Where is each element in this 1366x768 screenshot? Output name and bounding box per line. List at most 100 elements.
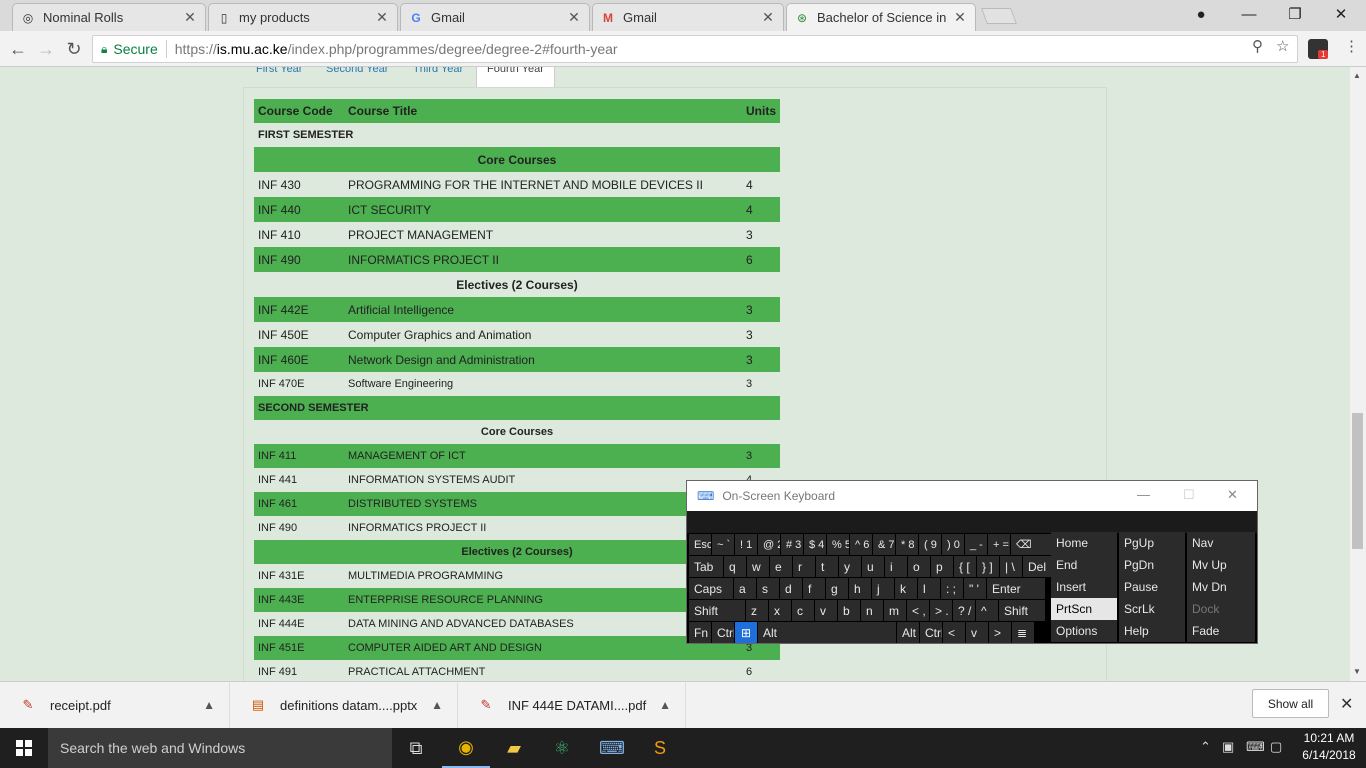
on-screen-keyboard-icon[interactable]: ⌨: [588, 728, 636, 768]
close-tab-icon[interactable]: ✕: [951, 9, 969, 26]
osk-key[interactable]: ) 0: [942, 534, 964, 555]
osk-key[interactable]: # 3: [781, 534, 803, 555]
new-tab-button[interactable]: [981, 8, 1017, 24]
osk-key[interactable]: ~ `: [712, 534, 734, 555]
osk-title-bar[interactable]: ⌨ On-Screen Keyboard: [687, 481, 1257, 511]
tab-second-year[interactable]: Second Year: [315, 67, 399, 92]
osk-key[interactable]: % 5: [827, 534, 849, 555]
osk-key[interactable]: Alt: [897, 622, 919, 643]
osk-key[interactable]: o: [908, 556, 930, 577]
osk-key[interactable]: * 8: [896, 534, 918, 555]
browser-tab-gmail[interactable]: M Gmail ✕: [592, 3, 784, 31]
osk-nav-key[interactable]: Help: [1119, 620, 1185, 642]
close-tab-icon[interactable]: ✕: [565, 9, 583, 26]
start-button[interactable]: [0, 728, 48, 768]
tab-third-year[interactable]: Third Year: [402, 67, 474, 92]
osk-key[interactable]: Shift: [999, 600, 1045, 621]
file-explorer-icon[interactable]: ▰: [490, 728, 538, 768]
osk-key[interactable]: b: [838, 600, 860, 621]
osk-key[interactable]: k: [895, 578, 917, 599]
reload-button[interactable]: ↻: [62, 37, 86, 61]
osk-key[interactable]: ( 9: [919, 534, 941, 555]
osk-nav-key[interactable]: Options: [1051, 620, 1117, 642]
browser-tab-bachelor-of-science[interactable]: ⊛ Bachelor of Science in Inf ✕: [786, 3, 976, 31]
osk-key[interactable]: j: [872, 578, 894, 599]
menu-icon[interactable]: ⋮: [1344, 37, 1359, 55]
osk-key[interactable]: a: [734, 578, 756, 599]
scrollbar-thumb[interactable]: [1352, 413, 1363, 549]
restore-button[interactable]: ❐: [1272, 0, 1318, 28]
browser-tab-gmail-google[interactable]: G Gmail ✕: [400, 3, 590, 31]
osk-nav-key[interactable]: PgDn: [1119, 554, 1185, 576]
osk-key[interactable]: Ctrl: [712, 622, 734, 643]
osk-key[interactable]: | \: [1000, 556, 1022, 577]
osk-minimize-button[interactable]: —: [1137, 487, 1150, 502]
osk-key[interactable]: ^: [976, 600, 998, 621]
osk-key[interactable]: } ]: [977, 556, 999, 577]
osk-nav-key[interactable]: Insert: [1051, 576, 1117, 598]
osk-key[interactable]: e: [770, 556, 792, 577]
sublime-text-icon[interactable]: S: [636, 728, 684, 768]
notifications-icon[interactable]: ▢: [1270, 739, 1282, 755]
osk-key[interactable]: c: [792, 600, 814, 621]
osk-key[interactable]: ⌫: [1011, 534, 1053, 555]
close-downloads-icon[interactable]: ✕: [1340, 694, 1353, 714]
osk-nav-key[interactable]: Mv Dn: [1187, 576, 1255, 598]
tab-first-year[interactable]: First Year: [245, 67, 313, 92]
keyboard-tray-icon[interactable]: ⌨: [1246, 739, 1265, 755]
back-button[interactable]: ←: [6, 37, 30, 61]
osk-nav-key[interactable]: Mv Up: [1187, 554, 1255, 576]
osk-nav-key[interactable]: Dock: [1187, 598, 1255, 620]
chevron-up-icon[interactable]: ▲: [431, 698, 443, 712]
scroll-up-icon[interactable]: ▲: [1353, 71, 1361, 80]
osk-key[interactable]: h: [849, 578, 871, 599]
close-tab-icon[interactable]: ✕: [759, 9, 777, 26]
osk-key[interactable]: _ -: [965, 534, 987, 555]
osk-key[interactable]: p: [931, 556, 953, 577]
osk-key[interactable]: ^ 6: [850, 534, 872, 555]
osk-key[interactable]: ? /: [953, 600, 975, 621]
osk-key[interactable]: Tab: [689, 556, 723, 577]
osk-key[interactable]: m: [884, 600, 906, 621]
osk-nav-key[interactable]: Pause: [1119, 576, 1185, 598]
osk-key[interactable]: d: [780, 578, 802, 599]
osk-key[interactable]: u: [862, 556, 884, 577]
osk-key[interactable]: { [: [954, 556, 976, 577]
taskbar-search-box[interactable]: Search the web and Windows: [48, 728, 392, 768]
osk-nav-key[interactable]: Home: [1051, 532, 1117, 554]
osk-key[interactable]: g: [826, 578, 848, 599]
close-window-button[interactable]: ✕: [1318, 0, 1364, 28]
osk-key[interactable]: f: [803, 578, 825, 599]
osk-key[interactable]: t: [816, 556, 838, 577]
close-tab-icon[interactable]: ✕: [181, 9, 199, 26]
profile-icon[interactable]: ●: [1178, 0, 1224, 28]
osk-key[interactable]: @ 2: [758, 534, 780, 555]
osk-key[interactable]: y: [839, 556, 861, 577]
browser-tab-nominal-rolls[interactable]: ◎ Nominal Rolls ✕: [12, 3, 206, 31]
osk-maximize-button[interactable]: ☐: [1183, 487, 1195, 503]
osk-key[interactable]: r: [793, 556, 815, 577]
page-scrollbar[interactable]: ▲ ▼: [1350, 67, 1366, 681]
osk-key[interactable]: i: [885, 556, 907, 577]
osk-nav-key[interactable]: Fade: [1187, 620, 1255, 642]
osk-key[interactable]: l: [918, 578, 940, 599]
osk-key[interactable]: z: [746, 600, 768, 621]
osk-key[interactable]: Shift: [689, 600, 745, 621]
download-item[interactable]: ✎ receipt.pdf ▲: [0, 682, 230, 728]
osk-close-button[interactable]: ✕: [1227, 487, 1238, 503]
osk-key[interactable]: s: [757, 578, 779, 599]
osk-key[interactable]: + =: [988, 534, 1010, 555]
browser-tab-my-products[interactable]: ▯ my products ✕: [208, 3, 398, 31]
osk-nav-key[interactable]: PrtScn: [1051, 598, 1117, 620]
osk-key[interactable]: n: [861, 600, 883, 621]
osk-key[interactable]: & 7: [873, 534, 895, 555]
zoom-icon[interactable]: ⚲: [1252, 37, 1263, 55]
osk-key[interactable]: x: [769, 600, 791, 621]
osk-key[interactable]: ≣: [1012, 622, 1034, 643]
osk-key[interactable]: v: [815, 600, 837, 621]
osk-key[interactable]: Caps: [689, 578, 733, 599]
atom-icon[interactable]: ⚛: [538, 728, 586, 768]
close-tab-icon[interactable]: ✕: [373, 9, 391, 26]
osk-key[interactable]: <: [943, 622, 965, 643]
show-all-button[interactable]: Show all: [1252, 689, 1329, 718]
